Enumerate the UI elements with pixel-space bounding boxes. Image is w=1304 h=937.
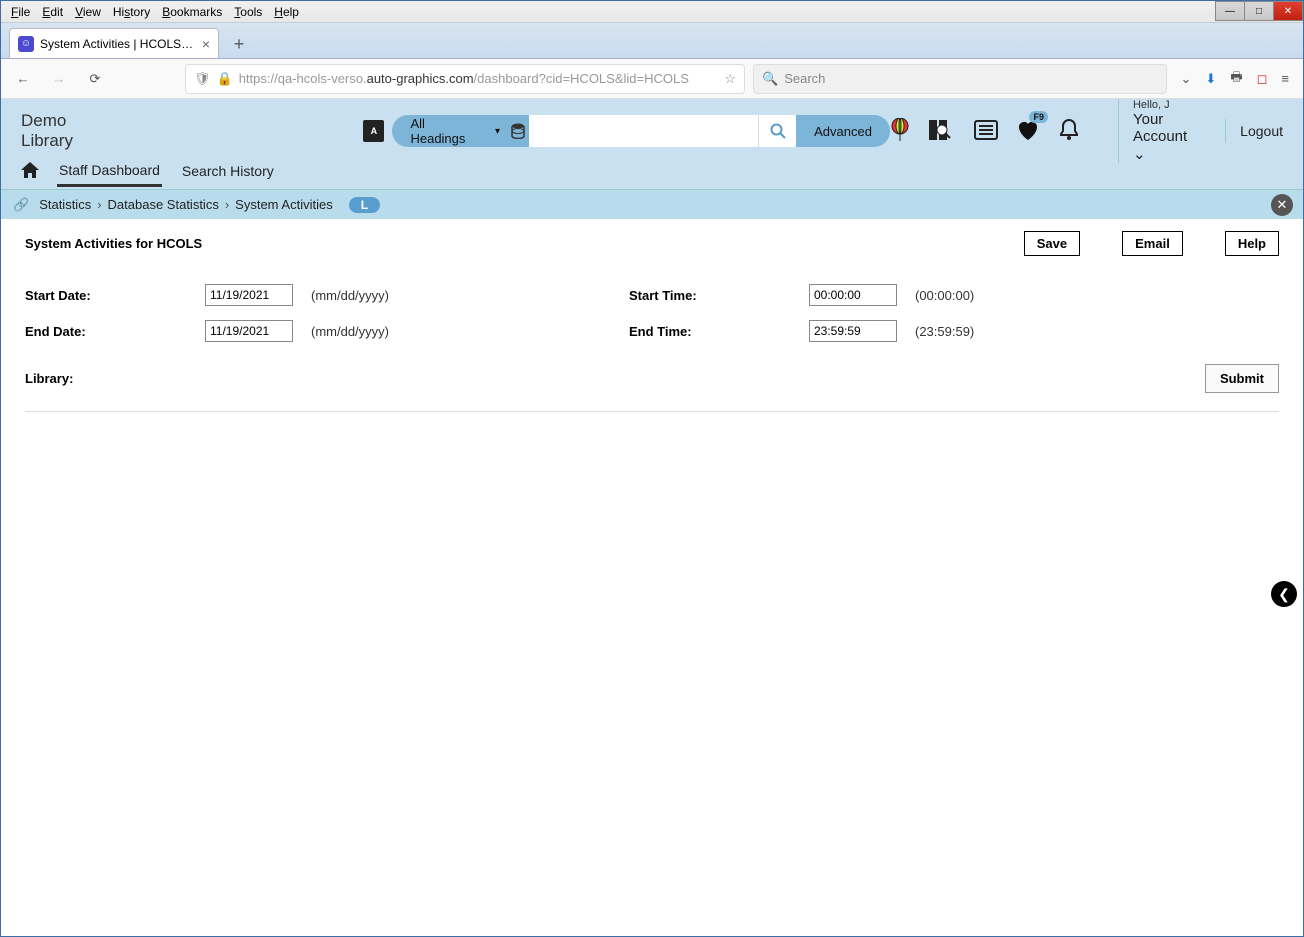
end-time-input[interactable] bbox=[809, 320, 897, 342]
downloads-icon[interactable]: ⬇ bbox=[1205, 71, 1216, 87]
url-text: https://qa-hcols-verso.auto-graphics.com… bbox=[239, 71, 689, 86]
search-icon: 🔍 bbox=[762, 71, 778, 87]
hamburger-menu-icon[interactable]: ≡ bbox=[1281, 71, 1289, 86]
start-date-hint: (mm/dd/yyyy) bbox=[305, 288, 389, 303]
catalog-icon[interactable] bbox=[928, 118, 956, 145]
nav-forward-button[interactable]: → bbox=[45, 65, 73, 93]
header-right-icons: F9 Hello, J Your Account ⌄ Logout bbox=[890, 99, 1283, 163]
bell-icon[interactable] bbox=[1058, 118, 1080, 145]
advanced-label: Advanced bbox=[814, 124, 872, 139]
end-date-label: End Date: bbox=[25, 324, 205, 339]
new-tab-button[interactable]: + bbox=[225, 30, 253, 58]
breadcrumb-close-icon[interactable]: ✕ bbox=[1271, 194, 1293, 216]
headings-label: All Headings bbox=[410, 116, 480, 146]
search-cluster: A All Headings Advanced bbox=[363, 115, 890, 147]
start-date-input[interactable] bbox=[205, 284, 293, 306]
side-panel-toggle[interactable]: ❮ bbox=[1271, 581, 1297, 607]
print-icon[interactable]: 🖶 bbox=[1230, 68, 1242, 90]
nav-search-history[interactable]: Search History bbox=[180, 157, 276, 185]
email-button[interactable]: Email bbox=[1122, 231, 1183, 256]
shield-icon: 🛡 bbox=[194, 71, 211, 87]
favorites-icon[interactable]: F9 bbox=[1016, 119, 1040, 144]
menu-tools[interactable]: Tools bbox=[228, 3, 268, 21]
browser-toolbar-icons: ⌄ ⬇ 🖶 ◻ ≡ bbox=[1175, 68, 1295, 90]
browser-tabbar: ☺ System Activities | HCOLS | hco × + bbox=[1, 23, 1303, 59]
tab-close-icon[interactable]: × bbox=[202, 36, 210, 52]
save-button[interactable]: Save bbox=[1024, 231, 1080, 256]
help-button[interactable]: Help bbox=[1225, 231, 1279, 256]
catalog-search-input[interactable] bbox=[529, 115, 758, 147]
end-time-hint: (23:59:59) bbox=[909, 324, 974, 339]
breadcrumb-pill: L bbox=[349, 197, 380, 213]
link-icon: 🔗 bbox=[13, 197, 29, 213]
lock-icon: 🔒 bbox=[217, 71, 233, 87]
advanced-search-button[interactable]: Advanced bbox=[796, 115, 890, 147]
menu-file[interactable]: File bbox=[5, 3, 36, 21]
tab-favicon: ☺ bbox=[18, 36, 34, 52]
menu-history[interactable]: History bbox=[107, 3, 156, 21]
start-time-hint: (00:00:00) bbox=[909, 288, 974, 303]
logout-link[interactable]: Logout bbox=[1225, 119, 1283, 143]
breadcrumb-bar: 🔗 Statistics › Database Statistics › Sys… bbox=[1, 189, 1303, 219]
library-name: Demo Library bbox=[21, 111, 103, 151]
browser-menubar: File Edit View History Bookmarks Tools H… bbox=[1, 1, 1303, 23]
extension-icon[interactable]: ◻ bbox=[1257, 71, 1268, 87]
menu-view[interactable]: View bbox=[69, 3, 107, 21]
window-maximize-button[interactable]: □ bbox=[1244, 1, 1274, 21]
hello-text: Hello, J bbox=[1133, 99, 1187, 111]
form-right-column: Start Time: (00:00:00) End Time: (23:59:… bbox=[629, 284, 974, 342]
pocket-icon[interactable]: ⌄ bbox=[1181, 71, 1192, 87]
content-area: System Activities for HCOLS Save Email H… bbox=[1, 219, 1303, 424]
menu-edit[interactable]: Edit bbox=[36, 3, 69, 21]
menu-help[interactable]: Help bbox=[268, 3, 305, 21]
list-icon[interactable] bbox=[974, 120, 998, 143]
language-icon[interactable]: A bbox=[363, 120, 384, 142]
browser-tab-active[interactable]: ☺ System Activities | HCOLS | hco × bbox=[9, 28, 219, 58]
app-header: Demo Library A All Headings Advanced bbox=[1, 99, 1303, 189]
browser-urlbar: ← → ⟳ 🛡 🔒 https://qa-hcols-verso.auto-gr… bbox=[1, 59, 1303, 99]
balloon-icon[interactable] bbox=[890, 118, 910, 145]
bookmark-star-icon[interactable]: ☆ bbox=[724, 71, 736, 87]
end-date-input[interactable] bbox=[205, 320, 293, 342]
tab-title: System Activities | HCOLS | hco bbox=[40, 37, 196, 51]
breadcrumb-statistics[interactable]: Statistics bbox=[35, 197, 95, 212]
library-label: Library: bbox=[25, 371, 73, 386]
favorites-badge: F9 bbox=[1029, 111, 1048, 123]
page-title: System Activities for HCOLS bbox=[25, 236, 202, 251]
catalog-search-button[interactable] bbox=[758, 115, 796, 147]
browser-search-box[interactable]: 🔍 Search bbox=[753, 64, 1167, 94]
menu-bookmarks[interactable]: Bookmarks bbox=[156, 3, 228, 21]
nav-staff-dashboard[interactable]: Staff Dashboard bbox=[57, 156, 162, 187]
your-account-label: Your Account ⌄ bbox=[1133, 111, 1187, 163]
start-time-label: Start Time: bbox=[629, 288, 809, 303]
window-minimize-button[interactable]: — bbox=[1215, 1, 1245, 21]
breadcrumb-system-activities[interactable]: System Activities bbox=[231, 197, 337, 212]
end-date-hint: (mm/dd/yyyy) bbox=[305, 324, 389, 339]
headings-dropdown[interactable]: All Headings bbox=[392, 115, 510, 147]
window-controls: — □ ✕ bbox=[1216, 1, 1303, 23]
start-time-input[interactable] bbox=[809, 284, 897, 306]
form-left-column: Start Date: (mm/dd/yyyy) End Date: (mm/d… bbox=[25, 284, 389, 342]
breadcrumb-database-statistics[interactable]: Database Statistics bbox=[104, 197, 223, 212]
url-field[interactable]: 🛡 🔒 https://qa-hcols-verso.auto-graphics… bbox=[185, 64, 745, 94]
divider bbox=[25, 411, 1279, 412]
home-icon[interactable] bbox=[21, 162, 39, 181]
nav-reload-button[interactable]: ⟳ bbox=[81, 65, 109, 93]
browser-search-placeholder: Search bbox=[784, 71, 825, 86]
account-block[interactable]: Hello, J Your Account ⌄ bbox=[1118, 99, 1187, 163]
submit-button[interactable]: Submit bbox=[1205, 364, 1279, 393]
nav-back-button[interactable]: ← bbox=[9, 65, 37, 93]
end-time-label: End Time: bbox=[629, 324, 809, 339]
window-close-button[interactable]: ✕ bbox=[1273, 1, 1303, 21]
start-date-label: Start Date: bbox=[25, 288, 205, 303]
